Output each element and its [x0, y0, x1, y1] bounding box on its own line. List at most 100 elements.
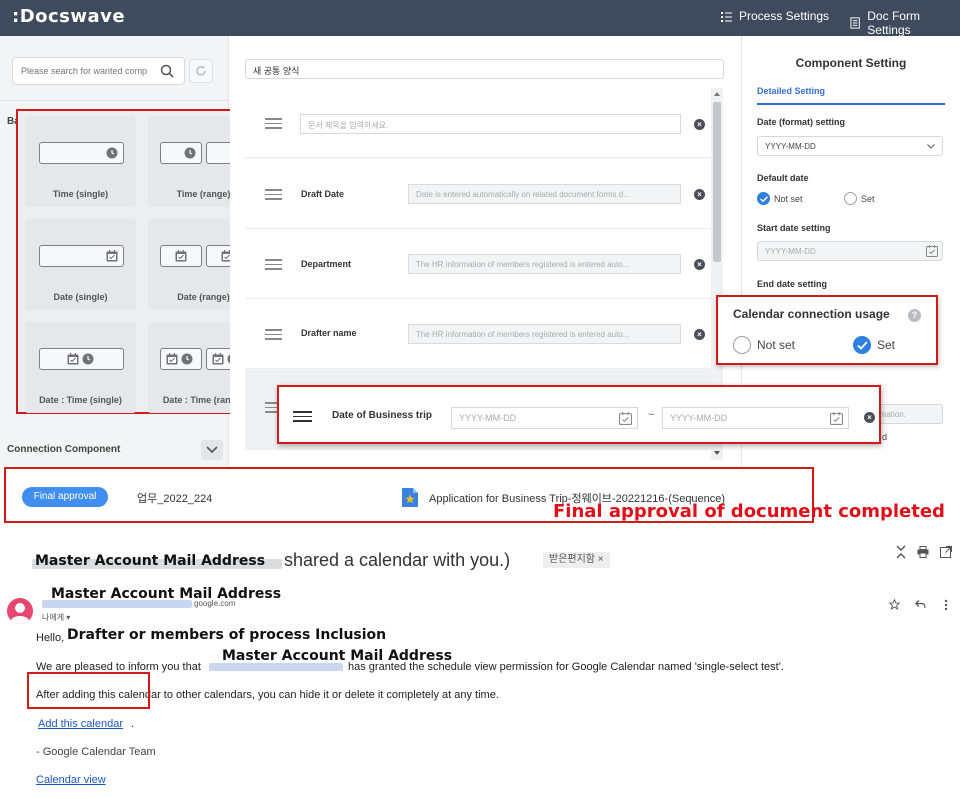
email-subject-annotation: Master Account Mail Address — [35, 553, 266, 569]
help-icon[interactable]: ? — [908, 309, 921, 322]
component-datetime-single[interactable]: Date : Time (single) — [25, 322, 136, 413]
tab-detailed-setting[interactable]: Detailed Setting — [757, 86, 825, 96]
clock-icon — [181, 353, 193, 365]
date-format-select[interactable]: YYYY-MM-DD — [757, 136, 943, 156]
calendar-icon[interactable] — [830, 412, 843, 425]
drag-handle-icon[interactable] — [265, 118, 282, 129]
default-set-label: Set — [861, 194, 875, 204]
recipient-toggle[interactable]: 나에게 ▾ — [42, 612, 70, 623]
print-icon[interactable] — [917, 546, 929, 558]
top-bar: :Docswave Process Settings Doc Form Sett… — [0, 0, 960, 37]
refresh-icon — [196, 65, 206, 76]
clock-icon — [82, 353, 94, 365]
remove-icon[interactable]: × — [694, 119, 705, 130]
calendar-connection-title: Calendar connection usage — [733, 307, 890, 321]
add-calendar-link[interactable]: Add this calendar — [38, 718, 123, 730]
tile-label: Date (single) — [53, 292, 108, 302]
row-label: Department — [301, 259, 352, 269]
highlight-box — [27, 672, 150, 709]
default-not-set-radio[interactable] — [757, 192, 770, 205]
connection-component-label: Connection Component — [7, 444, 121, 455]
scroll-thumb[interactable] — [713, 102, 721, 262]
scroll-up-icon[interactable] — [714, 92, 720, 96]
drag-handle-icon[interactable] — [265, 259, 282, 270]
calendar-icon[interactable] — [619, 412, 632, 425]
chevron-down-icon — [927, 144, 935, 149]
field-preview — [160, 348, 202, 370]
clock-icon — [184, 147, 196, 159]
date-format-value: YYYY-MM-DD — [765, 142, 816, 151]
process-settings-label: Process Settings — [739, 9, 830, 23]
reply-icon[interactable] — [915, 600, 926, 609]
trip-start-date-input[interactable]: YYYY-MM-DD — [451, 407, 638, 429]
signature: - Google Calendar Team — [36, 746, 156, 758]
doc-form-settings-button[interactable]: Doc Form Settings — [850, 9, 960, 37]
form-row-title[interactable]: 문서 제목을 입력하세요. × — [245, 88, 711, 158]
form-row-drafter-name[interactable]: Drafter name The HR information of membe… — [245, 299, 711, 369]
drag-handle-icon[interactable] — [293, 411, 312, 422]
refresh-button[interactable] — [189, 59, 213, 83]
doc-form-settings-label: Doc Form Settings — [867, 9, 920, 37]
chevron-down-icon — [206, 446, 218, 454]
collapse-icon[interactable] — [896, 545, 906, 559]
business-trip-field-popup: Date of Business trip YYYY-MM-DD ~ YYYY-… — [277, 385, 881, 444]
process-settings-button[interactable]: Process Settings — [721, 9, 829, 23]
field-preview — [39, 245, 124, 267]
date-range-separator: ~ — [648, 409, 655, 421]
redacted-text — [209, 663, 343, 671]
drafter-name-input: The HR information of members registered… — [408, 324, 681, 344]
more-options-icon[interactable] — [944, 599, 948, 611]
start-date-input: YYYY-MM-DD — [757, 241, 943, 261]
app-logo[interactable]: :Docswave — [12, 6, 125, 27]
title-input[interactable]: 문서 제목을 입력하세요. — [300, 114, 681, 134]
connection-component-toggle[interactable] — [201, 440, 223, 460]
tab-underline — [757, 103, 945, 105]
calendar-set-radio[interactable] — [853, 336, 871, 354]
date-format-label: Date (format) setting — [757, 117, 846, 127]
component-search-input[interactable] — [13, 58, 159, 84]
calendar-icon — [67, 353, 79, 365]
remove-icon[interactable]: × — [694, 329, 705, 340]
person-icon — [10, 603, 30, 624]
form-row-department[interactable]: Department The HR information of members… — [245, 229, 711, 299]
field-preview — [39, 348, 124, 370]
open-in-new-icon[interactable] — [940, 546, 952, 558]
form-title-input[interactable]: 새 공통 양식 — [245, 59, 724, 79]
inbox-label-chip[interactable]: 받은편지함 × — [543, 552, 610, 568]
start-date-label: Start date setting — [757, 223, 831, 233]
calendar-icon — [926, 245, 938, 257]
drag-handle-icon[interactable] — [265, 329, 282, 340]
calendar-connection-popup: Calendar connection usage ? Not set Set — [716, 295, 938, 365]
search-icon[interactable] — [160, 64, 174, 78]
component-time-single[interactable]: Time (single) — [25, 116, 136, 207]
remove-icon[interactable]: × — [864, 412, 875, 423]
calendar-not-set-radio[interactable] — [733, 336, 751, 354]
component-search[interactable] — [12, 57, 185, 85]
tile-label: Date : Time (single) — [39, 395, 122, 405]
component-date-single[interactable]: Date (single) — [25, 219, 136, 310]
document-icon — [850, 17, 860, 29]
start-date-placeholder: YYYY-MM-DD — [765, 247, 816, 256]
calendar-view-link[interactable]: Calendar view — [36, 774, 106, 786]
greeting-annotation: Drafter or members of process Inclusion — [67, 627, 387, 643]
email-subject: shared a calendar with you.) — [284, 550, 511, 570]
list-icon — [721, 11, 732, 22]
trip-start-placeholder: YYYY-MM-DD — [459, 413, 517, 423]
star-icon[interactable] — [889, 599, 900, 610]
field-preview — [39, 142, 124, 164]
form-row-draft-date[interactable]: Draft Date Date is entered automatically… — [245, 159, 711, 229]
calendar-not-set-label: Not set — [757, 338, 796, 352]
default-set-radio[interactable] — [844, 192, 857, 205]
calendar-icon — [106, 250, 118, 262]
default-date-label: Default date — [757, 173, 809, 183]
clock-icon — [106, 147, 118, 159]
remove-icon[interactable]: × — [694, 189, 705, 200]
remove-icon[interactable]: × — [694, 259, 705, 270]
scroll-down-icon[interactable] — [714, 451, 720, 455]
trip-label: Date of Business trip — [332, 410, 433, 421]
trip-end-date-input[interactable]: YYYY-MM-DD — [662, 407, 849, 429]
calendar-icon — [212, 353, 224, 365]
drag-handle-icon[interactable] — [265, 189, 282, 200]
calendar-icon — [175, 250, 187, 262]
trip-end-placeholder: YYYY-MM-DD — [670, 413, 728, 423]
